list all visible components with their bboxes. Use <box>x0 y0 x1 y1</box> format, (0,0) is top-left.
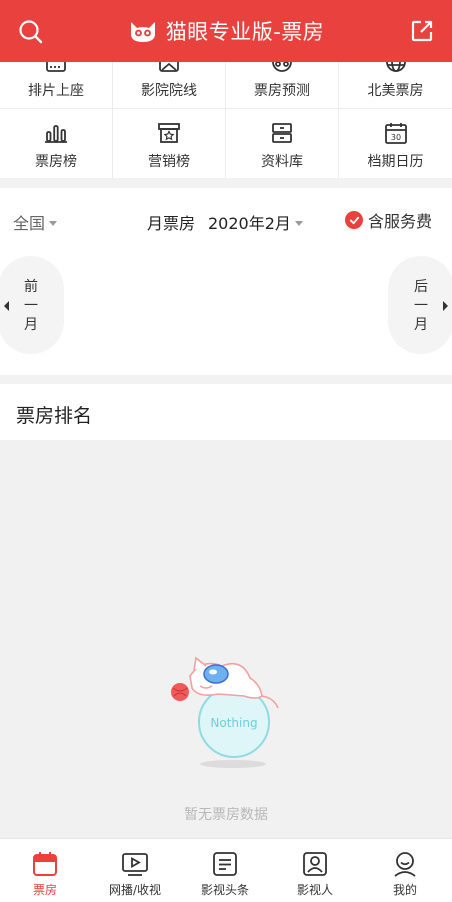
next-month-char: 月 <box>414 317 428 333</box>
play-icon <box>121 850 149 878</box>
share-external-icon[interactable] <box>410 19 434 43</box>
prev-month-char: 一 <box>24 298 38 314</box>
checkmark-icon <box>345 211 363 229</box>
empty-mascot-illustration: Nothing <box>160 636 290 776</box>
region-value: 全国 <box>13 214 46 233</box>
tab-boxoffice[interactable]: 票房 <box>0 839 90 902</box>
menu-label: 资料库 <box>261 154 303 170</box>
app-header: 猫眼专业版-票房 <box>0 0 452 62</box>
month-value: 2020年2月 <box>208 214 291 233</box>
empty-message: 暂无票房数据 <box>184 807 268 823</box>
tab-streaming[interactable]: 网播/收视 <box>90 839 180 902</box>
tab-label: 影视人 <box>296 883 333 897</box>
menu-label: 票房预测 <box>254 83 310 99</box>
marketing-icon <box>157 121 181 145</box>
menu-label: 北美票房 <box>367 83 424 99</box>
user-icon <box>391 850 419 878</box>
forecast-icon <box>270 62 294 74</box>
database-icon <box>270 121 294 145</box>
empty-state: Nothing 暂无票房数据 <box>0 440 452 838</box>
menu-item-cinema[interactable]: 影院院线 <box>113 62 226 109</box>
month-select[interactable]: 2020年2月 <box>208 210 303 234</box>
nothing-badge-text: Nothing <box>210 716 257 730</box>
bar-chart-icon <box>44 121 68 145</box>
prev-month-char: 前 <box>24 279 38 295</box>
section-divider <box>0 375 452 384</box>
service-fee-toggle[interactable]: 含服务费 <box>345 208 432 232</box>
chevron-down-icon <box>49 220 58 226</box>
search-icon[interactable] <box>18 19 44 45</box>
filter-section: 全国 月票房 2020年2月 含服务费 前 一 月 后 一 月 <box>0 188 452 375</box>
prev-month-char: 月 <box>24 317 38 333</box>
menu-label: 影院院线 <box>141 83 197 99</box>
arrow-left-icon <box>4 301 9 311</box>
svg-text:30: 30 <box>390 133 400 142</box>
globe-icon <box>384 62 408 74</box>
menu-item-forecast[interactable]: 票房预测 <box>226 62 339 109</box>
cinema-icon <box>157 62 181 74</box>
schedule-icon <box>44 62 68 74</box>
tab-label: 票房 <box>32 883 57 897</box>
menu-item-schedule[interactable]: 排片上座 <box>0 62 113 109</box>
ranking-title: 票房排名 <box>16 405 93 427</box>
menu-item-release-calendar[interactable]: 30 档期日历 <box>339 109 452 178</box>
next-month-button[interactable]: 后 一 月 <box>388 256 452 354</box>
page-title: 猫眼专业版-票房 <box>165 20 325 44</box>
tab-label: 网播/收视 <box>108 883 162 897</box>
ranking-header: 票房排名 <box>0 384 452 440</box>
service-fee-label: 含服务费 <box>368 212 433 231</box>
chevron-down-icon <box>294 220 303 226</box>
news-icon <box>211 850 239 878</box>
tab-news[interactable]: 影视头条 <box>180 839 270 902</box>
menu-label: 排片上座 <box>28 83 84 99</box>
feature-menu: 排片上座 影院院线 票房预测 北美票房 票房榜 营销榜 资料库 30 档期日历 <box>0 62 452 178</box>
menu-item-marketing-rank[interactable]: 营销榜 <box>113 109 226 178</box>
tab-label: 我的 <box>392 883 417 897</box>
tab-mine[interactable]: 我的 <box>360 839 450 902</box>
tab-label: 影视头条 <box>200 883 249 897</box>
menu-item-database[interactable]: 资料库 <box>226 109 339 178</box>
prev-month-button[interactable]: 前 一 月 <box>0 256 64 354</box>
bottom-tab-bar: 票房 网播/收视 影视头条 影视人 我的 <box>0 838 452 902</box>
calendar-icon: 30 <box>384 121 408 145</box>
person-card-icon <box>301 850 329 878</box>
calendar-icon <box>31 850 59 878</box>
menu-item-north-america[interactable]: 北美票房 <box>339 62 452 109</box>
region-select[interactable]: 全国 <box>13 210 58 234</box>
next-month-char: 后 <box>414 279 428 295</box>
menu-item-boxoffice-rank[interactable]: 票房榜 <box>0 109 113 178</box>
section-divider <box>0 178 452 188</box>
period-type-label: 月票房 <box>147 214 196 233</box>
cat-eye-logo-icon <box>128 18 158 44</box>
tab-people[interactable]: 影视人 <box>270 839 360 902</box>
arrow-right-icon <box>443 301 448 311</box>
next-month-char: 一 <box>414 298 428 314</box>
menu-label: 票房榜 <box>35 154 77 170</box>
menu-label: 档期日历 <box>367 154 424 170</box>
menu-label: 营销榜 <box>148 154 190 170</box>
